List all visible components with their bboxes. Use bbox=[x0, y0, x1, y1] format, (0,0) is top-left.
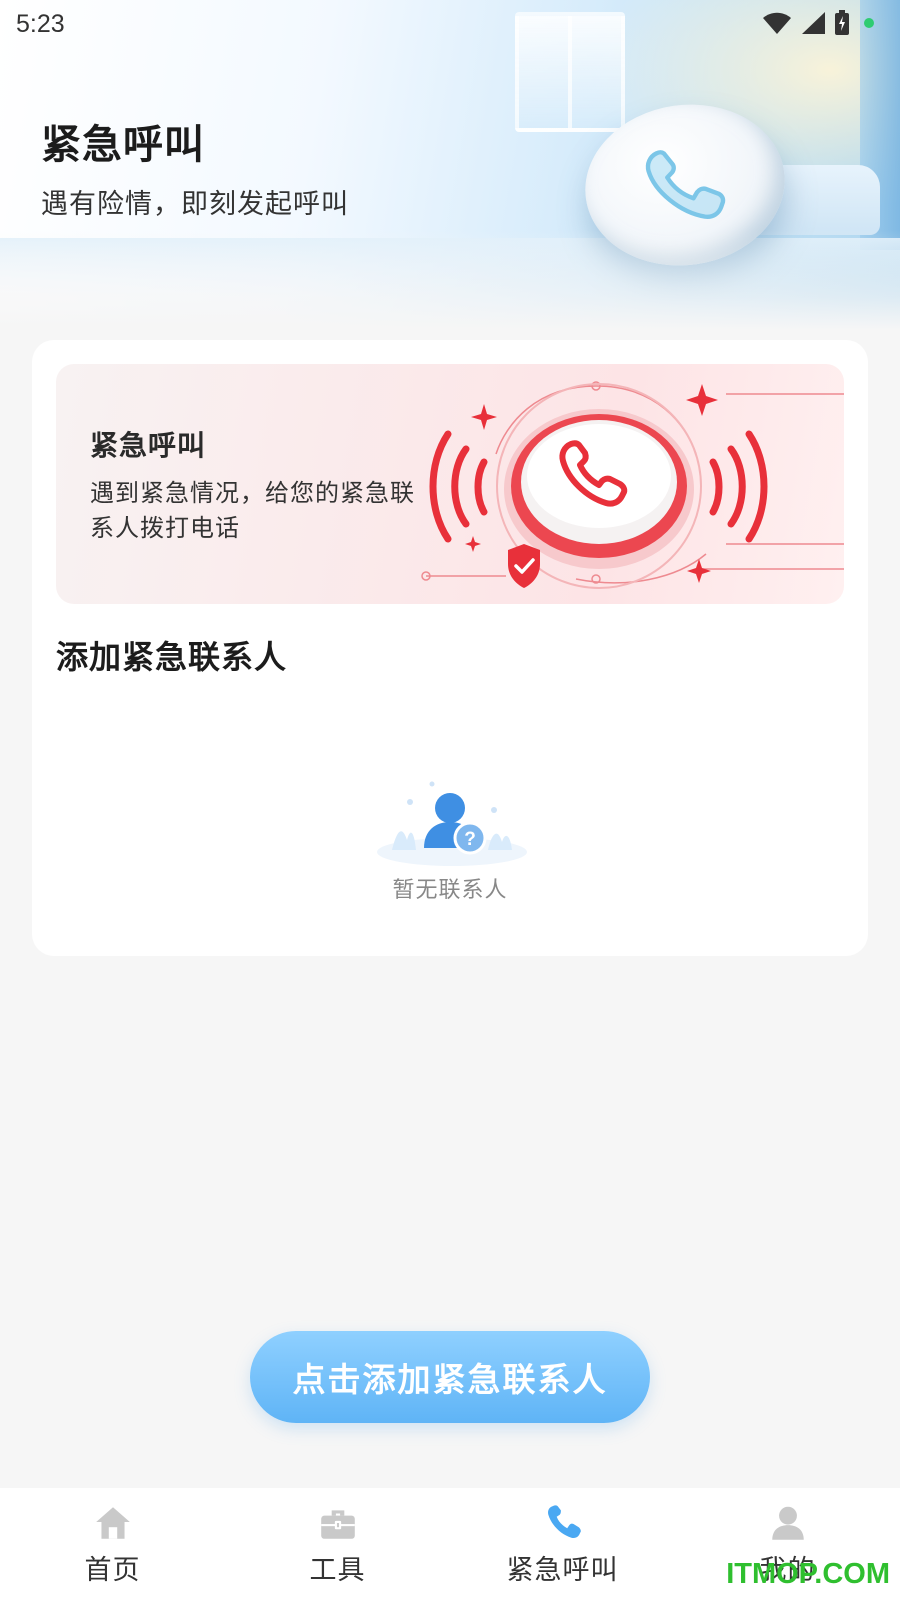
nav-label-home: 首页 bbox=[84, 1555, 141, 1586]
emergency-card: 紧急呼叫 遇到紧急情况，给您的紧急联系人拨打电话 添加紧急联系人 ? 暂无联系人 bbox=[32, 340, 868, 956]
nav-item-tools[interactable]: 工具 bbox=[225, 1488, 450, 1600]
background-floor bbox=[0, 238, 900, 298]
nav-item-home[interactable]: 首页 bbox=[0, 1488, 225, 1600]
status-bar: 5:23 bbox=[0, 0, 900, 50]
nav-label-tools: 工具 bbox=[309, 1555, 366, 1586]
cellular-signal-icon bbox=[802, 12, 825, 34]
toolbox-icon bbox=[320, 1510, 355, 1539]
add-emergency-contact-button[interactable]: 点击添加紧急联系人 bbox=[250, 1331, 650, 1423]
banner-title: 紧急呼叫 bbox=[90, 429, 207, 462]
home-icon bbox=[95, 1507, 130, 1539]
emergency-call-banner[interactable]: 紧急呼叫 遇到紧急情况，给您的紧急联系人拨打电话 bbox=[56, 364, 844, 604]
section-title: 添加紧急联系人 bbox=[56, 638, 288, 676]
no-contact-icon: ? bbox=[377, 781, 527, 866]
active-dot bbox=[864, 18, 874, 28]
wifi-icon bbox=[763, 12, 791, 34]
phone-icon bbox=[547, 1505, 581, 1538]
battery-charging-icon bbox=[835, 10, 849, 35]
svg-text:?: ? bbox=[464, 829, 476, 850]
status-time: 5:23 bbox=[16, 10, 65, 38]
emergency-call-button-icon bbox=[421, 381, 844, 589]
user-icon bbox=[771, 1506, 804, 1540]
page-subtitle: 遇有险情，即刻发起呼叫 bbox=[41, 189, 349, 220]
page-title: 紧急呼叫 bbox=[41, 122, 205, 168]
empty-state-text: 暂无联系人 bbox=[392, 878, 508, 903]
nav-item-emergency-call[interactable]: 紧急呼叫 bbox=[450, 1488, 675, 1600]
nav-label-emergency-call: 紧急呼叫 bbox=[506, 1555, 619, 1586]
watermark: ITMOP.COM bbox=[726, 1558, 890, 1590]
banner-description: 遇到紧急情况，给您的紧急联系人拨打电话 bbox=[90, 479, 415, 542]
